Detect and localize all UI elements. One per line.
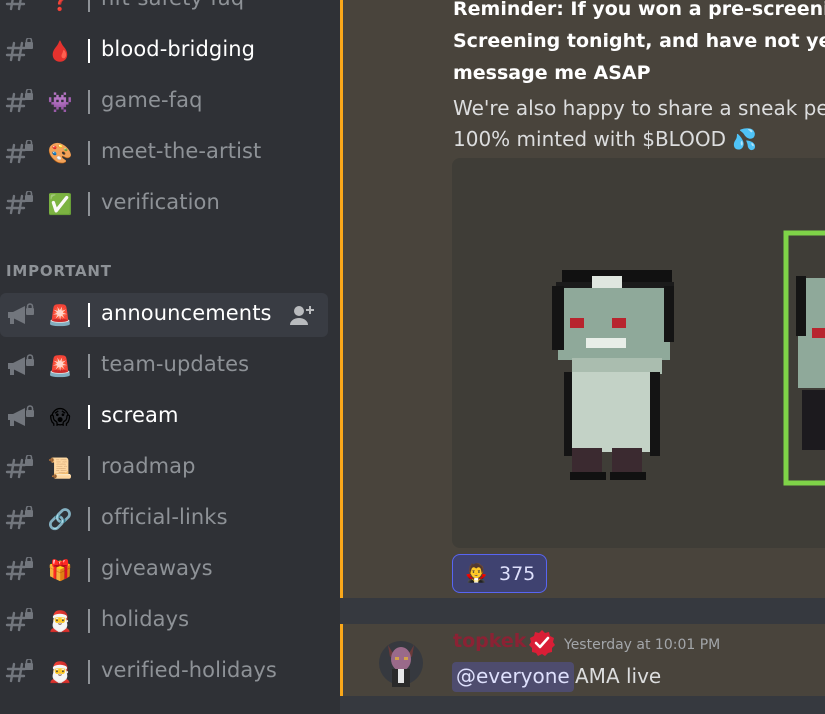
channel-emoji-icon: 🚨: [47, 354, 73, 378]
channel-emoji-icon: 👾: [47, 90, 73, 114]
channel-separator: [88, 354, 90, 378]
channel-label: nft-safety-faq: [101, 0, 244, 10]
channel-emoji-icon: 🚨: [47, 303, 73, 327]
announcement-locked-icon: [5, 353, 35, 379]
message-divider: [340, 696, 825, 714]
channel-label: blood-bridging: [101, 37, 256, 61]
text-channel-locked-icon: [5, 505, 35, 532]
discord-window: ❓ nft-safety-faq 🩸 blood-bridging 👾 game-faq 🎨…: [0, 0, 825, 714]
reaction-button[interactable]: 🧛 375: [452, 554, 547, 593]
channel-separator: [88, 456, 90, 480]
channel-emoji-icon: 🎅: [47, 660, 73, 684]
text-channel-locked-icon: [5, 190, 35, 217]
text-channel-locked-icon: [5, 454, 35, 481]
channel-verified-holidays[interactable]: 🎅 verified-holidays: [0, 650, 328, 694]
vampire-pixel-art: [552, 230, 825, 486]
channel-label: game-faq: [101, 88, 203, 112]
username[interactable]: topkek: [453, 630, 526, 652]
channel-label: meet-the-artist: [101, 139, 262, 163]
channel-separator: [88, 0, 90, 12]
channel-emoji-icon: 😱: [49, 405, 71, 429]
everyone-mention[interactable]: @everyone: [452, 662, 574, 692]
channel-separator: [88, 558, 90, 582]
channel-label: scream: [101, 403, 179, 427]
channel-blood-bridging[interactable]: 🩸 blood-bridging: [0, 29, 328, 73]
channel-scream[interactable]: 😱 scream: [0, 395, 328, 439]
reaction-count: 375: [499, 562, 536, 585]
channel-label: announcements: [101, 301, 272, 325]
message-line: 100% minted with $BLOOD 💦: [453, 127, 758, 151]
channel-separator: [88, 39, 90, 63]
channel-emoji-icon: 🎁: [47, 558, 73, 582]
channel-separator: [88, 507, 90, 531]
channel-nft-safety-faq[interactable]: ❓ nft-safety-faq: [0, 0, 328, 22]
channel-label: giveaways: [101, 556, 213, 580]
channel-separator: [88, 90, 90, 114]
channel-sidebar: ❓ nft-safety-faq 🩸 blood-bridging 👾 game-faq 🎨…: [0, 0, 340, 714]
text-channel-locked-icon: [5, 0, 35, 13]
text-channel-locked-icon: [5, 658, 35, 685]
text-channel-locked-icon: [5, 139, 35, 166]
channel-label: team-updates: [101, 352, 250, 376]
channel-label: verified-holidays: [101, 658, 277, 682]
vampire-emoji-icon: 🧛: [465, 563, 488, 584]
channel-emoji-icon: ❓: [47, 0, 73, 12]
chat-area: Reminder: If you won a pre-screening Scr…: [340, 0, 825, 714]
message-divider: [340, 598, 825, 624]
add-member-icon[interactable]: [289, 304, 315, 326]
channel-label: roadmap: [101, 454, 196, 478]
message-line: We're also happy to share a sneak pea: [453, 96, 825, 120]
channel-holidays[interactable]: 🎅 holidays: [0, 599, 328, 643]
channel-team-updates[interactable]: 🚨 team-updates: [0, 344, 328, 388]
announcement-locked-icon: [5, 302, 35, 328]
channel-giveaways[interactable]: 🎁 giveaways: [0, 548, 328, 592]
channel-official-links[interactable]: 🔗 official-links: [0, 497, 328, 541]
channel-label: official-links: [101, 505, 228, 529]
message-ama[interactable]: topkek Yesterday at 10:01 PM @everyone A…: [340, 624, 825, 696]
message-line: Reminder: If you won a pre-screening: [453, 0, 825, 20]
channel-separator: [88, 303, 90, 327]
message-timestamp: Yesterday at 10:01 PM: [564, 637, 721, 653]
channel-separator: [88, 660, 90, 684]
channel-emoji-icon: 🩸: [47, 39, 73, 63]
channel-separator: [88, 609, 90, 633]
channel-verification[interactable]: ✅ verification: [0, 182, 328, 226]
text-channel-locked-icon: [5, 37, 35, 64]
announcement-locked-icon: [5, 404, 35, 430]
channel-emoji-icon: 🔗: [47, 507, 73, 531]
channel-separator: [88, 405, 90, 429]
channel-emoji-icon: ✅: [47, 192, 73, 216]
verified-badge-icon: [529, 630, 555, 656]
message-line: Screening tonight, and have not yet s: [453, 30, 825, 52]
channel-announcements[interactable]: 🚨 announcements: [0, 293, 328, 337]
channel-separator: [88, 192, 90, 216]
message-line: message me ASAP: [453, 62, 651, 84]
channel-label: holidays: [101, 607, 190, 631]
channel-emoji-icon: 🎨: [47, 141, 73, 165]
channel-roadmap[interactable]: 📜 roadmap: [0, 446, 328, 490]
channel-game-faq[interactable]: 👾 game-faq: [0, 80, 328, 124]
channel-emoji-icon: 📜: [47, 456, 73, 480]
attached-image-vampire-sprites[interactable]: [452, 158, 825, 548]
message-announcement[interactable]: Reminder: If you won a pre-screening Scr…: [340, 0, 825, 598]
message-text: AMA live: [575, 664, 662, 688]
channel-separator: [88, 141, 90, 165]
category-header-important[interactable]: IMPORTANT: [6, 262, 112, 280]
text-channel-locked-icon: [5, 556, 35, 583]
avatar[interactable]: [378, 637, 424, 689]
text-channel-locked-icon: [5, 607, 35, 634]
channel-meet-the-artist[interactable]: 🎨 meet-the-artist: [0, 131, 328, 175]
channel-label: verification: [101, 190, 220, 214]
text-channel-locked-icon: [5, 88, 35, 115]
channel-emoji-icon: 🎅: [47, 609, 73, 633]
